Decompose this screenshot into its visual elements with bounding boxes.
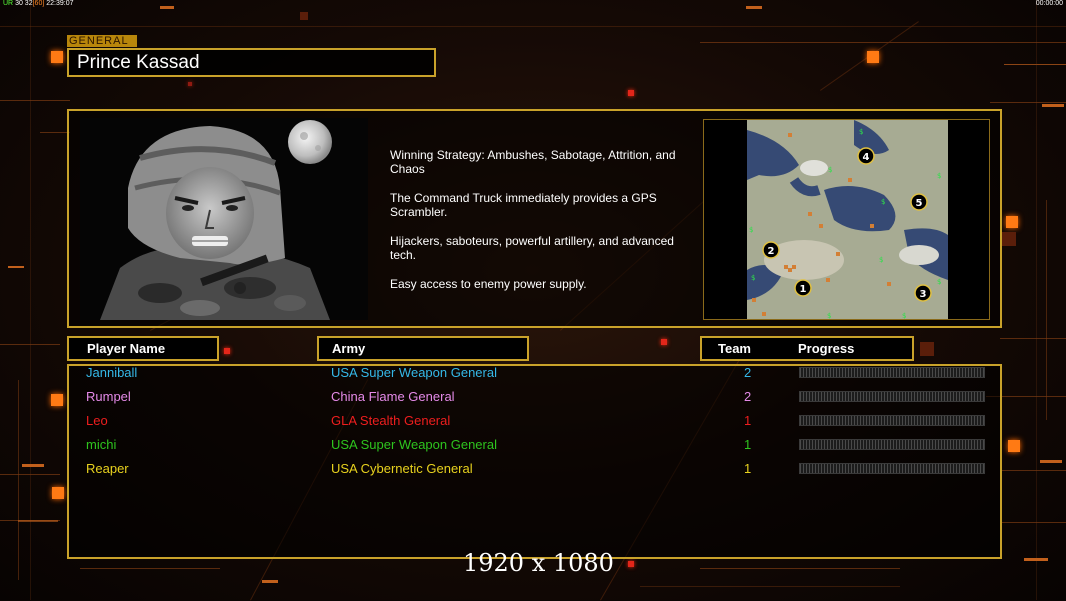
general-name: Prince Kassad [67, 48, 436, 77]
start-position-3: 3 [920, 289, 927, 300]
player-row: michi USA Super Weapon General 1 [86, 435, 996, 455]
player-team: 2 [744, 389, 752, 404]
svg-text:$: $ [937, 172, 941, 180]
fps-label: UR [3, 0, 14, 7]
start-position-4: 4 [863, 152, 870, 163]
strategy-text: Winning Strategy: Ambushes, Sabotage, At… [390, 148, 695, 306]
player-army: GLA Stealth General [331, 413, 451, 428]
start-position-1: 1 [800, 284, 807, 295]
fps-values: 30 32 [15, 0, 33, 7]
svg-text:$: $ [828, 166, 832, 174]
game-timer: 00:00:00 [1035, 0, 1063, 7]
svg-text:$: $ [859, 128, 863, 136]
player-row: Reaper USA Cybernetic General 1 [86, 459, 996, 479]
player-army: USA Super Weapon General [331, 365, 497, 380]
player-row: Leo GLA Stealth General 1 [86, 411, 996, 431]
header-progress-label: Progress [798, 341, 855, 356]
svg-text:$: $ [749, 226, 753, 234]
header-player-label: Player Name [87, 341, 166, 356]
strategy-line-2: The Command Truck immediately provides a… [390, 191, 657, 219]
player-team: 1 [744, 413, 752, 428]
player-name: Rumpel [86, 389, 131, 404]
start-position-2: 2 [768, 246, 775, 257]
player-progress-bar [799, 463, 985, 474]
player-team: 1 [744, 437, 752, 452]
player-name: michi [86, 437, 117, 452]
player-army: USA Super Weapon General [331, 437, 497, 452]
player-team: 2 [744, 365, 752, 380]
moon-icon [288, 120, 332, 164]
header-team-label: Team [718, 341, 751, 356]
svg-text:$: $ [881, 198, 885, 206]
player-army: USA Cybernetic General [331, 461, 473, 476]
header-army-label: Army [332, 341, 366, 356]
svg-text:$: $ [937, 278, 941, 286]
general-portrait [80, 118, 368, 320]
strategy-line-1: Winning Strategy: Ambushes, Sabotage, At… [390, 148, 676, 176]
start-position-5: 5 [916, 198, 923, 209]
player-progress-bar [799, 367, 985, 378]
fps-counter: UR 30 32[60] 22:39:07 [3, 0, 74, 7]
fps-limit: [60] [32, 0, 45, 7]
player-name: Janniball [86, 365, 138, 380]
player-row: Janniball USA Super Weapon General 2 [86, 363, 996, 383]
svg-text:$: $ [879, 256, 883, 264]
header-team-progress: Team Progress [700, 336, 914, 361]
player-army: China Flame General [331, 389, 455, 404]
map-preview[interactable]: $ $ $ $ $ $ $ $ $ $ 1 2 3 4 5 [703, 119, 990, 320]
header-player-name: Player Name [67, 336, 219, 361]
general-tag: GENERAL [67, 35, 137, 47]
player-name: Leo [86, 413, 108, 428]
svg-text:$: $ [751, 274, 755, 282]
player-row: Rumpel China Flame General 2 [86, 387, 996, 407]
resolution-label: 1920 x 1080 [463, 549, 614, 577]
header-army: Army [317, 336, 529, 361]
strategy-line-4: Easy access to enemy power supply. [390, 277, 587, 291]
clock: 22:39:07 [46, 0, 74, 7]
player-team: 1 [744, 461, 752, 476]
player-progress-bar [799, 439, 985, 450]
player-progress-bar [799, 415, 985, 426]
strategy-line-3: Hijackers, saboteurs, powerful artillery… [390, 234, 674, 262]
player-progress-bar [799, 391, 985, 402]
svg-text:$: $ [902, 312, 906, 319]
player-name: Reaper [86, 461, 129, 476]
svg-text:$: $ [827, 312, 831, 319]
